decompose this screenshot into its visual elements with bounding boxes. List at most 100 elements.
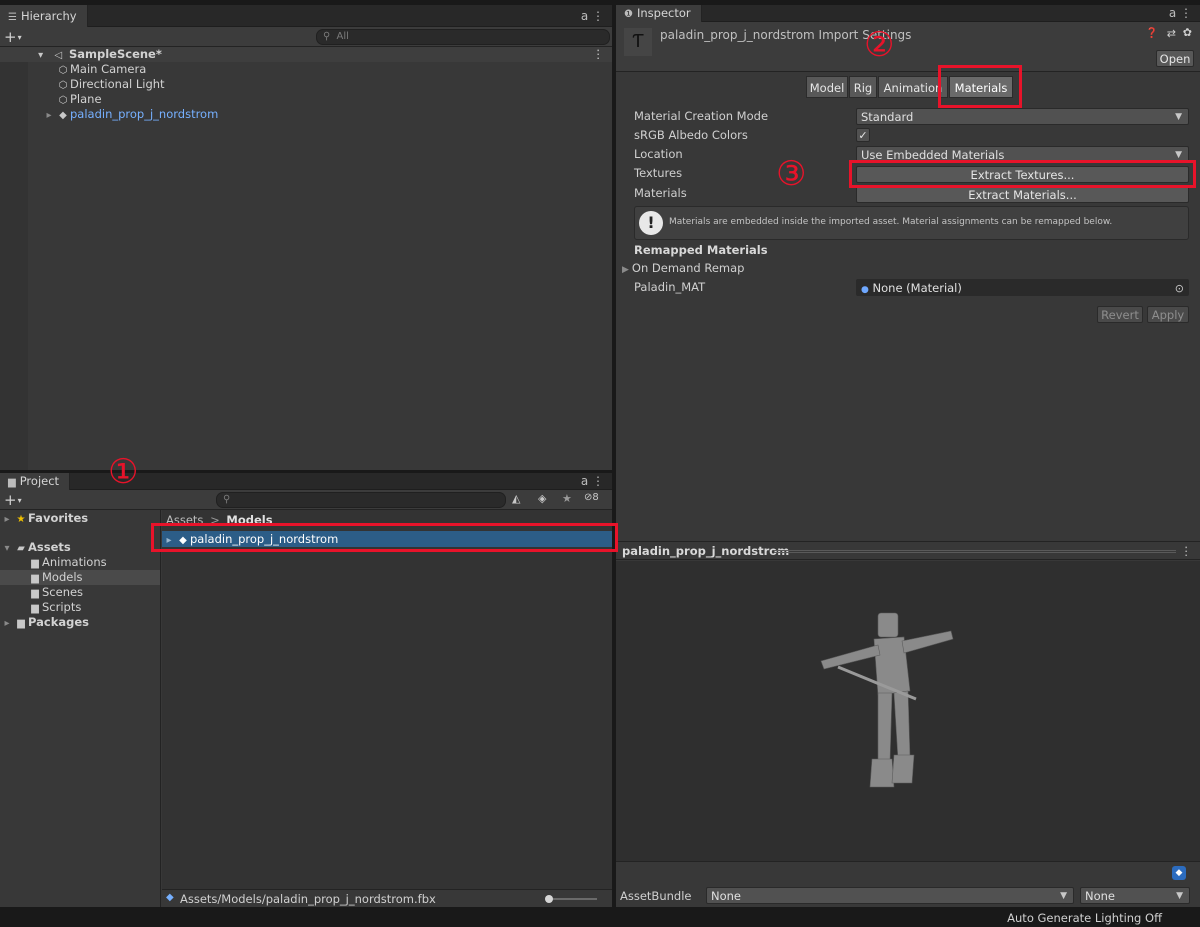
gear-icon[interactable]: ✿	[1183, 26, 1192, 39]
tab-materials[interactable]: Materials	[949, 76, 1013, 98]
create-asset-dropdown-button[interactable]: +▾	[4, 490, 22, 511]
star-icon: ★	[16, 514, 26, 525]
breadcrumb: Assets > Models	[166, 513, 273, 527]
info-help-box: ! Materials are embedded inside the impo…	[634, 206, 1189, 240]
breadcrumb-assets[interactable]: Assets	[166, 513, 203, 527]
project-panel: ▆ Project a ⋮ +▾ ⚲ ◭ ◈ ★ ⊘8 ▸ ★ Favorites ▾…	[0, 473, 612, 907]
location-dropdown[interactable]: Use Embedded Materials ▼	[856, 146, 1189, 163]
hierarchy-item-plane[interactable]: ⬡ Plane	[0, 92, 612, 107]
paladin-model-preview	[820, 612, 954, 788]
gameobject-cube-icon: ⬡	[58, 80, 68, 91]
tree-item-models[interactable]: ▆ Models	[0, 570, 160, 585]
label-textures: Textures	[634, 166, 683, 180]
tab-model[interactable]: Model	[806, 76, 848, 98]
info-message: Materials are embedded inside the import…	[669, 217, 1113, 227]
annotation-step-1: ①	[108, 452, 139, 492]
assetbundle-bar: ◆ AssetBundle None ▼ None ▼	[616, 861, 1200, 907]
open-folder-icon: ▰	[17, 543, 25, 554]
assetbundle-label: AssetBundle	[620, 889, 692, 903]
selected-asset-path: Assets/Models/paladin_prop_j_nordstrom.f…	[180, 892, 436, 906]
object-picker-icon[interactable]: ⊙	[1175, 280, 1184, 297]
folder-icon: ▆	[31, 603, 39, 614]
project-folder-tree: ▸ ★ Favorites ▾ ▰ Assets ▆ Animations ▆ Models…	[0, 510, 161, 907]
project-toolbar: +▾ ⚲ ◭ ◈ ★ ⊘8	[0, 490, 612, 510]
hierarchy-item-main-camera[interactable]: ⬡ Main Camera	[0, 62, 612, 77]
hierarchy-item-paladin[interactable]: ▸ ◆ paladin_prop_j_nordstrom	[0, 107, 612, 122]
folder-icon: ▆	[17, 618, 25, 629]
hierarchy-search-input[interactable]: ⚲ All	[316, 29, 610, 45]
chevron-right-icon[interactable]: ▸	[0, 616, 14, 631]
assetbundle-variant-dropdown[interactable]: None ▼	[1080, 887, 1190, 904]
chevron-right-icon[interactable]: ▸	[162, 533, 176, 549]
help-icon[interactable]: ❓	[1146, 28, 1158, 39]
label-tag-icon[interactable]: ◆	[1172, 866, 1186, 880]
favorites-star-icon[interactable]: ★	[562, 492, 572, 505]
model-cube-icon: ◆	[179, 535, 187, 546]
preview-header: paladin_prop_j_nordstrom ⋮	[616, 541, 1200, 560]
gameobject-cube-icon: ⬡	[58, 65, 68, 76]
tree-item-assets[interactable]: ▾ ▰ Assets	[0, 540, 160, 555]
tab-animation[interactable]: Animation	[878, 76, 948, 98]
annotation-step-3: ③	[776, 154, 807, 194]
slider-handle[interactable]	[545, 895, 553, 903]
warning-icon: !	[639, 211, 663, 235]
tree-item-packages[interactable]: ▸ ▆ Packages	[0, 615, 160, 630]
lighting-status[interactable]: Auto Generate Lighting Off	[1007, 911, 1162, 925]
label-materials: Materials	[634, 186, 687, 200]
presets-icon[interactable]: ⇄	[1167, 27, 1176, 40]
hierarchy-tabbar: ☰ Hierarchy a ⋮	[0, 5, 612, 27]
chevron-right-icon: ▶	[622, 265, 629, 275]
model-figure-icon: Ƭ	[632, 31, 644, 52]
preview-drag-bar[interactable]	[774, 550, 1176, 553]
paladin-mat-object-field[interactable]: ● None (Material) ⊙	[856, 279, 1189, 296]
chevron-right-icon[interactable]: ▸	[0, 512, 14, 527]
open-button[interactable]: Open	[1156, 50, 1194, 67]
model-preview-viewport[interactable]	[616, 561, 1200, 861]
tree-item-scenes[interactable]: ▆ Scenes	[0, 585, 160, 600]
material-creation-mode-dropdown[interactable]: Standard ▼	[856, 108, 1189, 125]
asset-row-paladin[interactable]: ▸ ◆ paladin_prop_j_nordstrom	[162, 531, 612, 547]
search-icon: ⚲	[323, 31, 331, 42]
create-dropdown-button[interactable]: +▾	[4, 27, 22, 48]
hierarchy-panel: ☰ Hierarchy a ⋮ +▾ ⚲ All ▾ ◁ SampleScene*…	[0, 5, 612, 470]
hierarchy-item-directional-light[interactable]: ⬡ Directional Light	[0, 77, 612, 92]
tab-hierarchy[interactable]: ☰ Hierarchy	[0, 5, 88, 27]
inspector-tabbar: ❶ Inspector a ⋮	[616, 5, 1200, 22]
preview-menu-icon[interactable]: ⋮	[1181, 544, 1193, 558]
extract-materials-button[interactable]: Extract Materials...	[856, 186, 1189, 203]
scene-row[interactable]: ▾ ◁ SampleScene* ⋮	[0, 47, 612, 62]
chevron-right-icon[interactable]: ▸	[42, 108, 56, 123]
status-bar: Auto Generate Lighting Off	[0, 908, 1200, 927]
breadcrumb-models[interactable]: Models	[226, 513, 272, 527]
filter-by-type-icon[interactable]: ◭	[512, 492, 520, 505]
label-location: Location	[634, 147, 683, 161]
search-icon: ⚲	[223, 494, 231, 505]
revert-button[interactable]: Revert	[1097, 306, 1143, 323]
tab-project[interactable]: ▆ Project	[0, 473, 71, 490]
tab-rig[interactable]: Rig	[849, 76, 877, 98]
tree-item-animations[interactable]: ▆ Animations	[0, 555, 160, 570]
on-demand-remap-foldout[interactable]: ▶ On Demand Remap	[622, 260, 744, 277]
chevron-down-icon[interactable]: ▾	[34, 48, 48, 63]
assetbundle-name-dropdown[interactable]: None ▼	[706, 887, 1074, 904]
tree-item-scripts[interactable]: ▆ Scripts	[0, 600, 160, 615]
tree-item-favorites[interactable]: ▸ ★ Favorites	[0, 511, 160, 526]
srgb-checkbox[interactable]: ✓	[856, 128, 870, 142]
project-tab-controls[interactable]: a ⋮	[581, 473, 604, 490]
apply-button[interactable]: Apply	[1147, 306, 1189, 323]
preview-title: paladin_prop_j_nordstrom	[622, 544, 790, 558]
filter-by-label-icon[interactable]: ◈	[538, 492, 546, 505]
project-search-input[interactable]: ⚲	[216, 492, 506, 508]
hierarchy-tab-controls[interactable]: a ⋮	[581, 5, 604, 27]
scene-menu-icon[interactable]: ⋮	[593, 47, 605, 62]
label-srgb-albedo: sRGB Albedo Colors	[634, 128, 748, 142]
icon-size-slider[interactable]	[545, 895, 597, 903]
breadcrumb-separator: >	[210, 513, 220, 527]
project-tabbar: ▆ Project a ⋮	[0, 473, 612, 490]
inspector-tab-controls[interactable]: a ⋮	[1169, 5, 1192, 22]
tab-inspector[interactable]: ❶ Inspector	[616, 5, 702, 22]
chevron-down-icon[interactable]: ▾	[0, 541, 14, 556]
folder-icon: ▆	[31, 588, 39, 599]
extract-textures-button[interactable]: Extract Textures...	[856, 166, 1189, 183]
hidden-packages-icon[interactable]: ⊘8	[584, 492, 599, 503]
